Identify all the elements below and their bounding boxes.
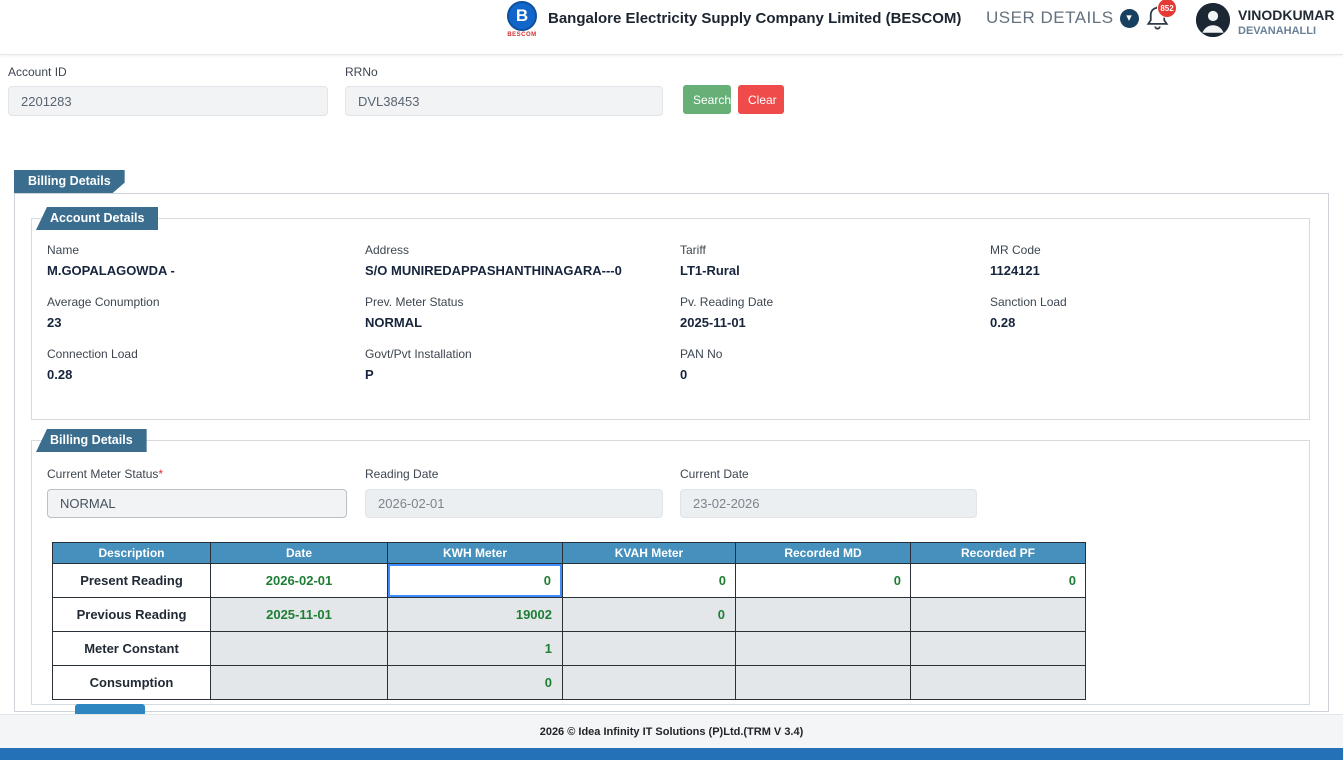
table-row-consumption: Consumption 0 [52,665,1086,700]
bottom-accent-bar [0,748,1343,760]
current-meter-status-select[interactable]: NORMAL [47,489,347,518]
logo-caption: BESCOM [507,32,537,38]
meter-readings-table: Description Date KWH Meter KVAH Meter Re… [52,542,1086,700]
present-kvah-input[interactable] [563,564,735,597]
account-id-input[interactable] [8,86,328,116]
user-location: DEVANAHALLI [1238,24,1317,37]
notification-badge: 852 [1157,0,1177,18]
field-address: Address S/O MUNIREDAPPASHANTHINAGARA---0 [365,243,622,278]
account-id-label: Account ID [8,65,67,79]
top-header: B BESCOM Bangalore Electricity Supply Co… [0,0,1343,55]
bescom-logo-icon: B BESCOM [505,1,539,38]
field-pan-no: PAN No 0 [680,347,723,382]
search-section: Account ID RRNo Search Clear [0,55,1343,150]
field-connection-load: Connection Load 0.28 [47,347,138,382]
tab-billing-details-section: Billing Details [14,170,125,193]
table-row-present-reading: Present Reading 2026-02-01 [52,563,1086,598]
chevron-down-icon: ▾ [1119,8,1139,28]
logo-circle: B [507,1,537,31]
field-pv-reading-date: Pv. Reading Date 2025-11-01 [680,295,774,330]
col-recorded-pf: Recorded PF [910,542,1086,564]
present-kwh-input[interactable] [388,564,562,597]
table-row-previous-reading: Previous Reading 2025-11-01 19002 0 [52,597,1086,632]
present-pf-input[interactable] [911,564,1085,597]
user-details-label: USER DETAILS [986,8,1114,27]
brand: B BESCOM Bangalore Electricity Supply Co… [505,1,961,38]
field-tariff: Tariff LT1-Rural [680,243,740,278]
col-kvah-meter: KVAH Meter [562,542,736,564]
col-recorded-md: Recorded MD [735,542,911,564]
user-identity: VINODKUMAR DEVANAHALLI [1238,7,1334,38]
footer-copyright: 2026 © Idea Infinity IT Solutions (P)Ltd… [539,725,804,738]
field-average-consumption: Average Conumption 23 [47,295,160,330]
table-row-meter-constant: Meter Constant 1 [52,631,1086,666]
table-header-row: Description Date KWH Meter KVAH Meter Re… [52,542,1086,564]
tab-billing-details-inner: Billing Details [36,429,147,452]
reading-date-input: 2026-02-01 [365,489,663,518]
clear-button[interactable]: Clear [738,85,784,114]
footer: 2026 © Idea Infinity IT Solutions (P)Ltd… [0,714,1343,748]
account-details-grid: Name M.GOPALAGOWDA - Address S/O MUNIRED… [47,243,1307,382]
avatar[interactable] [1196,3,1230,37]
current-date-input: 23-02-2026 [680,489,977,518]
rrno-label: RRNo [345,65,378,79]
username: VINODKUMAR [1238,7,1335,23]
field-sanction-load: Sanction Load 0.28 [990,295,1067,330]
field-name: Name M.GOPALAGOWDA - [47,243,175,278]
rrno-input[interactable] [345,86,663,116]
col-date: Date [210,542,388,564]
present-md-input[interactable] [736,564,910,597]
required-asterisk: * [158,467,164,481]
tab-account-details: Account Details [36,207,159,230]
col-description: Description [52,542,211,564]
user-details-dropdown[interactable]: USER DETAILS ▾ [986,8,1139,28]
reading-date-label: Reading Date [365,467,439,481]
field-mr-code: MR Code 1124121 [990,243,1041,278]
notifications-button[interactable]: 852 [1144,0,1178,39]
col-kwh-meter: KWH Meter [387,542,563,564]
person-icon [1196,3,1230,37]
page-title: Bangalore Electricity Supply Company Lim… [548,10,962,27]
search-button[interactable]: Search [683,85,731,114]
current-meter-status-label: Current Meter Status* [47,467,164,481]
field-prev-meter-status: Prev. Meter Status NORMAL [365,295,464,330]
field-govt-pvt-installation: Govt/Pvt Installation P [365,347,472,382]
current-date-label: Current Date [680,467,749,481]
